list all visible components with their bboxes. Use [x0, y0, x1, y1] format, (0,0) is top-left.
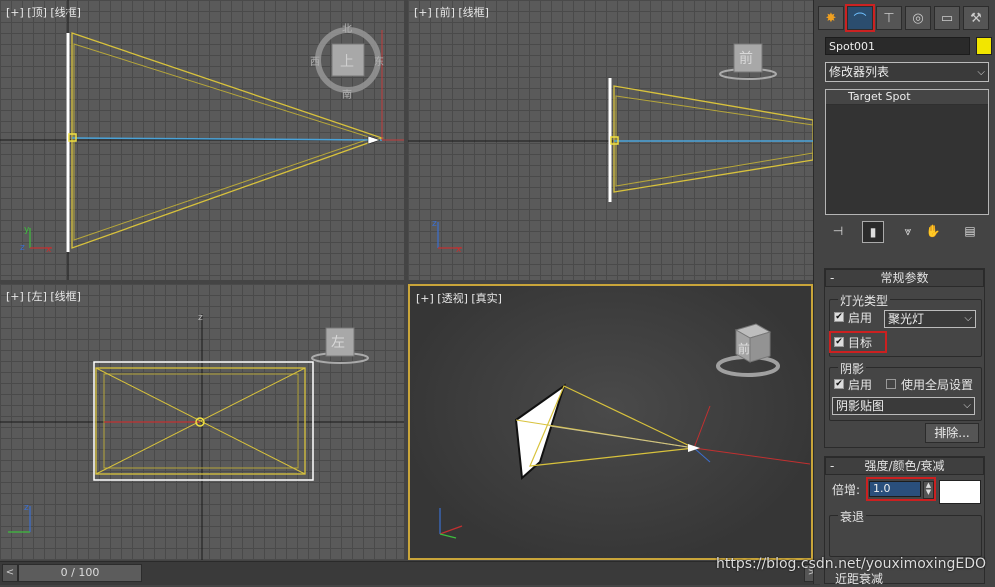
command-panel-tabs: ✸ ⌒ ⊤ ◎ ▭ ⚒	[814, 4, 995, 32]
svg-text:y: y	[24, 225, 30, 235]
svg-text:x: x	[456, 245, 462, 255]
light-cone-outline	[613, 85, 813, 193]
light-type-value: 聚光灯	[888, 312, 925, 326]
make-unique-icon[interactable]: ⩔	[898, 221, 918, 241]
viewcube-west[interactable]: 西	[310, 53, 320, 68]
general-params-title: 常规参数	[880, 271, 929, 285]
object-name-field[interactable]: Spot001	[825, 37, 970, 55]
global-settings-checkbox[interactable]	[886, 379, 896, 389]
collapse-icon: -	[830, 459, 835, 473]
near-atten-label: 近距衰减	[835, 572, 884, 586]
show-end-result-icon[interactable]: ▮	[862, 221, 884, 243]
shadow-type-dropdown[interactable]: 阴影贴图 ⌵	[832, 397, 975, 415]
sun-icon: ✸	[825, 10, 837, 26]
viewcube-top[interactable]: 上 北 南 东 西	[310, 24, 384, 101]
tab-create[interactable]: ✸	[818, 6, 844, 30]
pin-stack-icon[interactable]: ⊣	[828, 221, 848, 241]
configure-modifier-sets-icon[interactable]: ▤	[960, 221, 980, 241]
viewport-perspective[interactable]: [+] [透视] [真实] 前	[408, 284, 813, 560]
viewcube-front[interactable]: 前	[718, 40, 778, 86]
command-panel: ✸ ⌒ ⊤ ◎ ▭ ⚒ Spot001 修改器列表 ⌵ Target Spot …	[813, 0, 995, 586]
general-params-rollout: - 常规参数 灯光类型 ✔ 启用 聚光灯 ⌵ ✔ 目标 阴影 ✔ 启用 使用全局…	[824, 268, 985, 448]
svg-text:z: z	[24, 503, 29, 513]
chevron-down-icon: ⌵	[963, 400, 971, 411]
remove-modifier-icon[interactable]: ✋	[923, 221, 943, 241]
tab-motion[interactable]: ◎	[905, 6, 931, 30]
viewcube-south[interactable]: 南	[342, 86, 352, 101]
viewcube-east[interactable]: 东	[374, 53, 384, 68]
light-enable-label: 启用	[848, 311, 873, 325]
svg-text:z: z	[198, 313, 203, 323]
multiplier-highlight-box	[866, 477, 936, 501]
viewport-top[interactable]: [+] [顶] [线框] y z x 上 北 南 东 西	[0, 0, 404, 280]
tab-utilities[interactable]: ⚒	[963, 6, 989, 30]
viewcube-left-face[interactable]: 左	[331, 332, 345, 352]
decay-group: 衰退	[829, 508, 982, 557]
target-highlight-box	[829, 331, 887, 353]
viewcube-perspective[interactable]: 前	[710, 316, 786, 386]
hierarchy-icon: ⊤	[883, 10, 895, 26]
decay-group-title: 衰退	[838, 508, 867, 525]
shadow-enable-checkbox[interactable]: ✔	[834, 379, 844, 389]
viewcube-top-face[interactable]: 上	[340, 51, 354, 71]
viewcube-left[interactable]: 左	[310, 324, 370, 370]
viewport-left[interactable]: [+] [左] [线框] z z 左	[0, 284, 404, 560]
light-type-group-title: 灯光类型	[838, 292, 891, 309]
intensity-title: 强度/颜色/衰减	[864, 459, 945, 473]
multiplier-label: 倍增:	[832, 483, 861, 497]
global-settings-label: 使用全局设置	[901, 378, 974, 392]
object-color-swatch[interactable]	[976, 37, 992, 55]
modifier-stack[interactable]: Target Spot	[825, 89, 989, 215]
modifier-list-dropdown[interactable]: 修改器列表 ⌵	[825, 62, 989, 82]
shadow-enable-label: 启用	[848, 378, 873, 392]
intensity-header[interactable]: - 强度/颜色/衰减	[825, 457, 984, 475]
exclude-button[interactable]: 排除...	[925, 423, 979, 443]
time-slider[interactable]: 0 / 100	[18, 564, 142, 582]
stack-item-target-spot[interactable]: Target Spot	[826, 90, 988, 105]
svg-text:x: x	[46, 245, 52, 255]
chevron-down-icon: ⌵	[964, 313, 972, 324]
motion-circle-icon: ◎	[912, 10, 924, 26]
light-head	[514, 383, 566, 481]
time-slider-bar: < 0 / 100 >	[0, 561, 820, 585]
watermark: https://blog.csdn.net/youximoxingEDO	[716, 556, 987, 572]
modifier-list-label: 修改器列表	[829, 65, 890, 79]
shadow-type-value: 阴影贴图	[836, 399, 885, 413]
modify-arc-icon: ⌒	[853, 12, 867, 28]
viewcube-persp-face[interactable]: 前	[738, 340, 750, 357]
shadows-group-title: 阴影	[838, 360, 867, 377]
hammer-icon: ⚒	[970, 10, 982, 26]
tab-modify[interactable]: ⌒	[845, 4, 875, 32]
shadows-group: 阴影 ✔ 启用 使用全局设置 阴影贴图 ⌵	[829, 360, 982, 421]
chevron-down-icon: ⌵	[977, 67, 985, 78]
light-color-swatch[interactable]	[939, 480, 981, 504]
collapse-icon: -	[830, 271, 835, 285]
tab-display[interactable]: ▭	[934, 6, 960, 30]
monitor-icon: ▭	[940, 10, 954, 26]
viewport-front[interactable]: [+] [前] [线框] z x 前	[408, 0, 813, 280]
svg-text:z: z	[20, 243, 25, 253]
light-type-dropdown[interactable]: 聚光灯 ⌵	[884, 310, 976, 328]
svg-text:z: z	[432, 219, 437, 229]
tab-hierarchy[interactable]: ⊤	[876, 6, 902, 30]
time-prev-button[interactable]: <	[2, 564, 18, 582]
viewcube-north[interactable]: 北	[342, 20, 352, 35]
viewcube-front-face[interactable]: 前	[739, 48, 753, 68]
light-enable-checkbox[interactable]: ✔	[834, 312, 844, 322]
general-params-header[interactable]: - 常规参数	[825, 269, 984, 287]
